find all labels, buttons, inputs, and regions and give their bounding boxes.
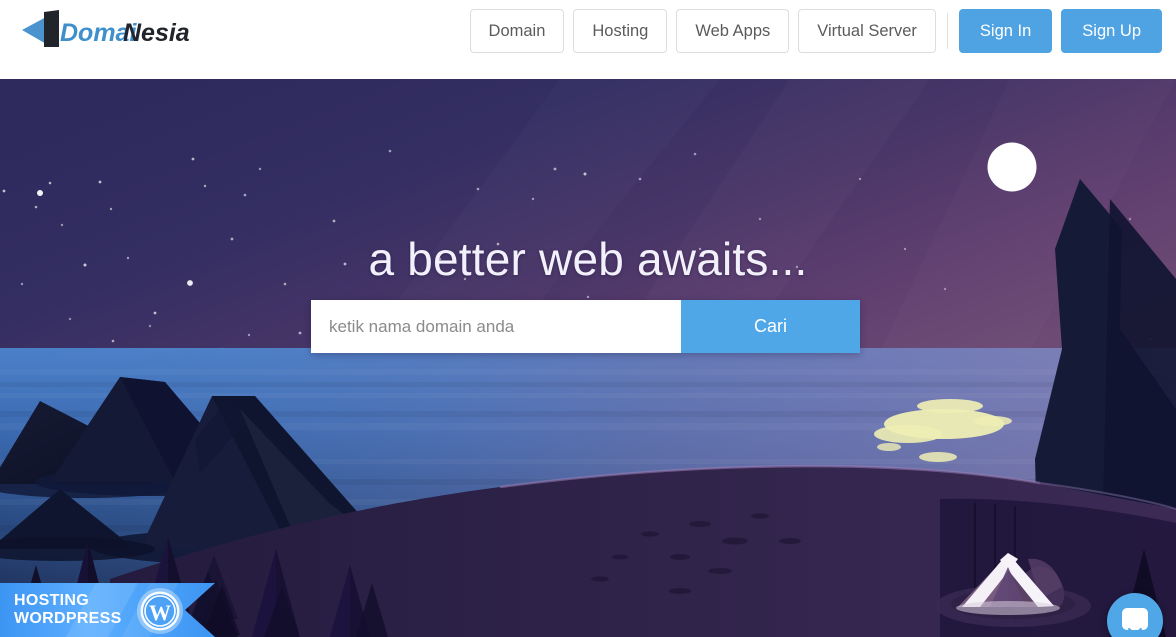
hosting-wordpress-ribbon[interactable]: HOSTING WORDPRESS W [0, 583, 215, 637]
svg-text:W: W [149, 600, 171, 625]
sign-up-label: Sign Up [1082, 21, 1141, 40]
nav-divider [946, 13, 948, 49]
nav-item-hosting-label: Hosting [592, 21, 649, 40]
logo-graphic: Domai Nesia [22, 10, 190, 47]
ribbon-line-1: HOSTING [14, 592, 89, 609]
site-header: Domai Nesia Domain Hosting Web Apps Virt… [0, 0, 1176, 79]
sign-in-label: Sign In [979, 21, 1032, 40]
hero-section: a better web awaits... Cari HOSTING WORD… [0, 79, 1176, 637]
nav-item-hosting[interactable]: Hosting [573, 9, 668, 53]
logo-slab-icon [44, 10, 59, 47]
site-logo[interactable]: Domai Nesia [18, 8, 193, 54]
domain-search-button[interactable]: Cari [681, 300, 860, 353]
hero-illustration [0, 79, 1176, 637]
ribbon-line-2: WORDPRESS [14, 610, 122, 627]
main-navigation: Domain Hosting Web Apps Virtual Server S… [469, 8, 1162, 54]
chat-bubble-icon [1122, 608, 1148, 633]
nav-item-virtual-server[interactable]: Virtual Server [798, 9, 936, 53]
domain-search-input[interactable] [311, 300, 681, 353]
wordpress-logo-icon: W [137, 588, 183, 634]
sign-in-button[interactable]: Sign In [958, 9, 1053, 53]
sign-up-button[interactable]: Sign Up [1061, 9, 1162, 53]
nav-item-web-apps-label: Web Apps [695, 21, 771, 40]
nav-item-domain[interactable]: Domain [469, 9, 565, 53]
nav-item-virtual-server-label: Virtual Server [817, 21, 917, 40]
hero-title: a better web awaits... [368, 233, 808, 285]
logo-text-nesia: Nesia [123, 19, 190, 47]
domain-search-form: Cari [311, 300, 860, 353]
nav-item-web-apps[interactable]: Web Apps [676, 9, 790, 53]
ribbon-text: HOSTING WORDPRESS [14, 592, 122, 628]
moon-icon [987, 142, 1037, 192]
nav-item-domain-label: Domain [488, 21, 546, 40]
